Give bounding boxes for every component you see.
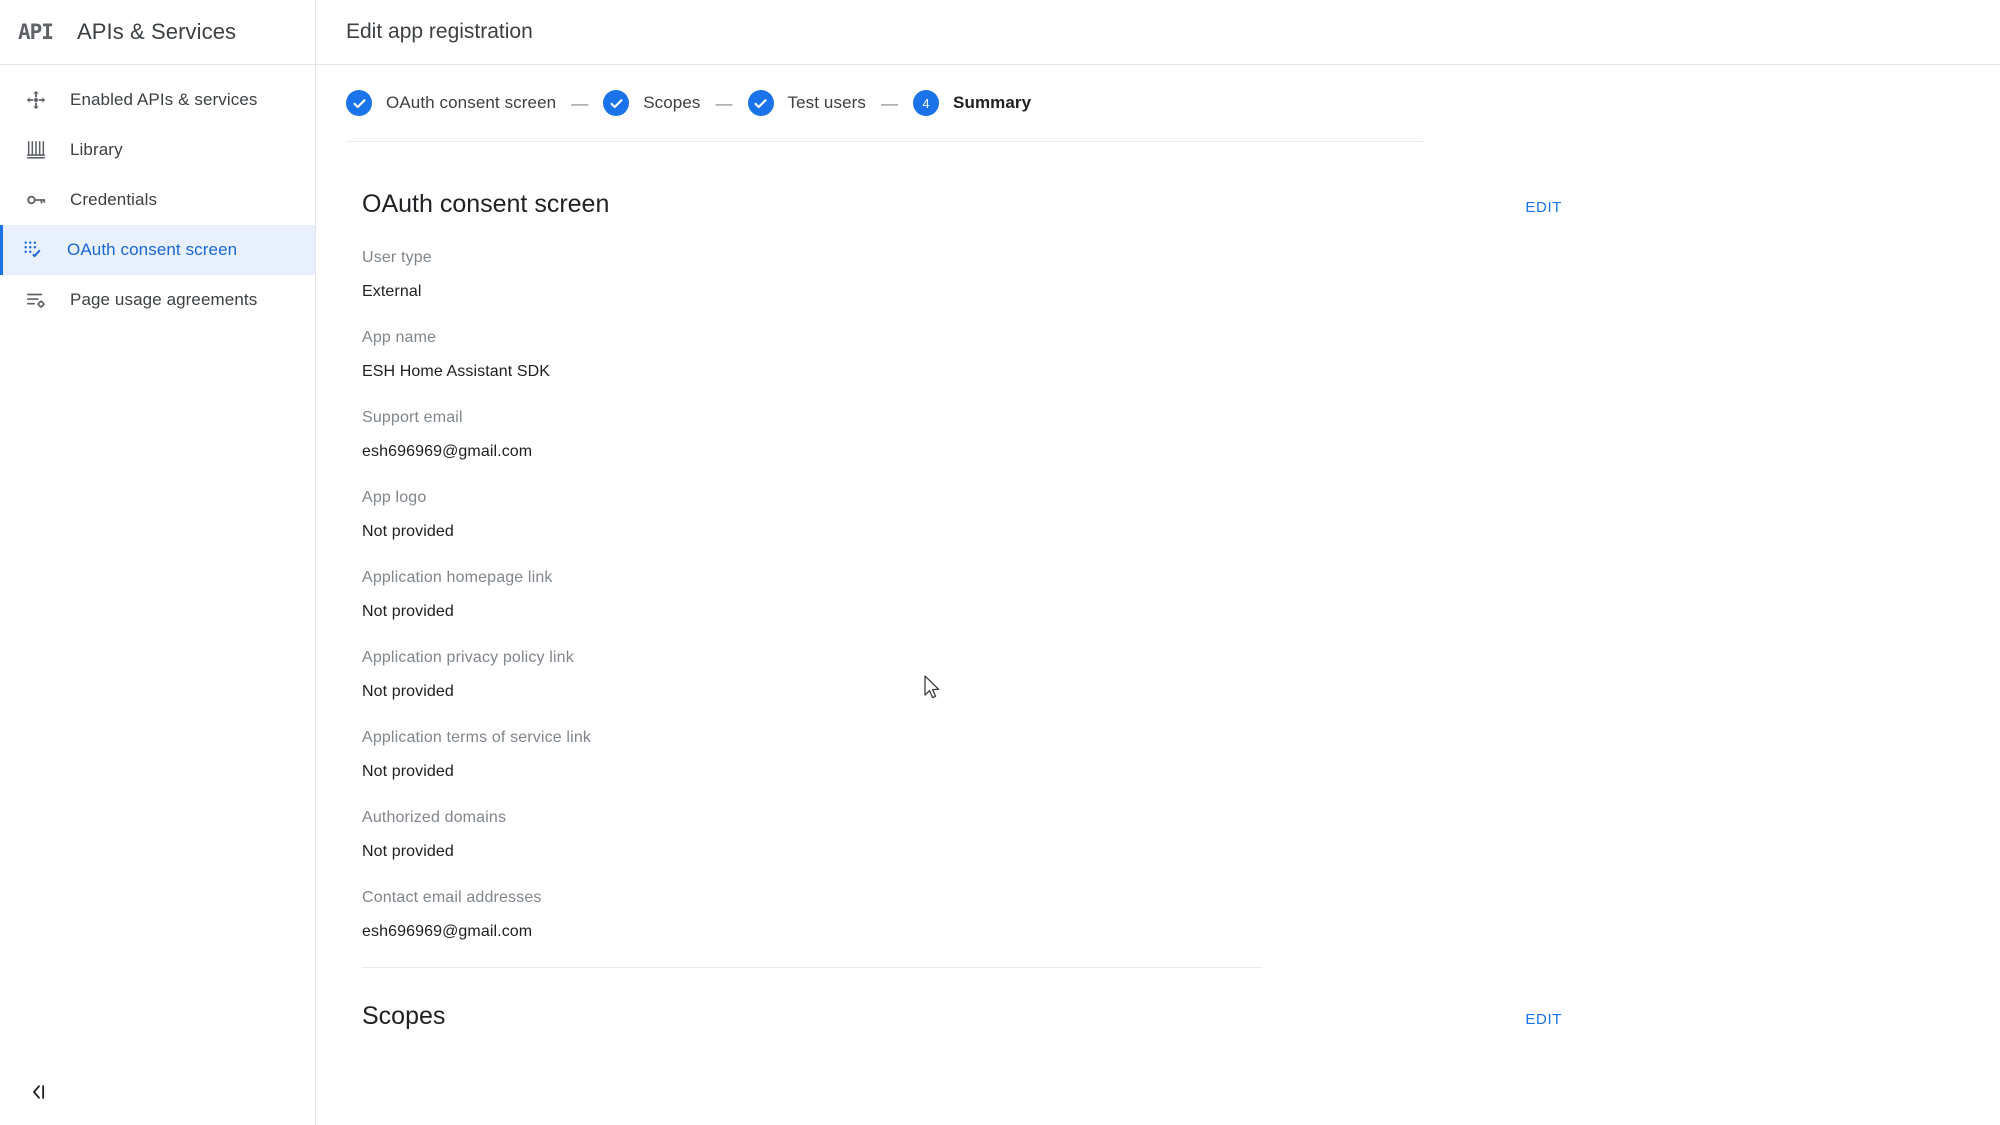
step-oauth-consent-screen[interactable]: OAuth consent screen <box>346 90 556 116</box>
edit-scopes-button[interactable]: EDIT <box>1525 1011 1562 1028</box>
step-label: Summary <box>953 93 1032 112</box>
field-app-logo: App logo Not provided <box>362 487 1562 543</box>
field-value: External <box>362 283 422 300</box>
field-value: Not provided <box>362 843 454 860</box>
oauth-consent-icon <box>21 238 45 262</box>
check-circle-icon <box>747 90 774 116</box>
field-label: Contact email addresses <box>362 889 542 906</box>
step-label: Scopes <box>643 93 701 112</box>
field-app-name: App name ESH Home Assistant SDK <box>362 327 1562 383</box>
field-contact-email-addresses: Contact email addresses esh696969@gmail.… <box>362 887 1562 943</box>
sidebar-item-library[interactable]: Library <box>0 125 315 175</box>
field-value: Not provided <box>362 763 454 780</box>
step-separator: — <box>715 93 733 113</box>
body-area: Enabled APIs & services Library Credenti… <box>0 65 2000 1125</box>
sidebar: Enabled APIs & services Library Credenti… <box>0 65 316 1125</box>
field-label: User type <box>362 249 432 266</box>
sidebar-item-credentials[interactable]: Credentials <box>0 175 315 225</box>
section-title: Scopes <box>362 1002 446 1030</box>
field-list: User type External App name ESH Home Ass… <box>346 219 1562 943</box>
page-usage-icon <box>24 288 48 312</box>
page-title: Edit app registration <box>346 20 533 43</box>
page-header: Edit app registration <box>316 0 2000 64</box>
field-label: App name <box>362 329 437 346</box>
api-logo-icon: API <box>18 19 54 44</box>
field-value: ESH Home Assistant SDK <box>362 363 551 380</box>
field-value: Not provided <box>362 603 454 620</box>
field-value: Not provided <box>362 683 454 700</box>
step-label: Test users <box>787 93 867 112</box>
brand-title: APIs & Services <box>76 19 237 44</box>
sidebar-item-label: OAuth consent screen <box>67 240 238 259</box>
section-header: OAuth consent screen EDIT <box>346 172 1562 219</box>
field-value: Not provided <box>362 523 454 540</box>
field-authorized-domains: Authorized domains Not provided <box>362 807 1562 863</box>
enabled-apis-icon <box>24 88 48 112</box>
sidebar-item-page-usage-agreements[interactable]: Page usage agreements <box>0 275 315 325</box>
field-application-homepage-link: Application homepage link Not provided <box>362 567 1562 623</box>
brand-area[interactable]: API APIs & Services <box>0 0 316 64</box>
step-scopes[interactable]: Scopes <box>603 90 700 116</box>
check-circle-icon <box>603 90 630 116</box>
section-header: Scopes EDIT <box>346 968 1562 1031</box>
step-number-badge: 4 <box>913 90 940 116</box>
step-test-users[interactable]: Test users <box>747 90 867 116</box>
library-icon <box>24 138 48 162</box>
stepper-wrap: OAuth consent screen — Scopes — Test use… <box>316 65 2000 142</box>
field-application-privacy-policy-link: Application privacy policy link Not prov… <box>362 647 1562 703</box>
sidebar-item-label: Enabled APIs & services <box>70 90 258 109</box>
field-support-email: Support email esh696969@gmail.com <box>362 407 1562 463</box>
step-label: OAuth consent screen <box>386 93 557 112</box>
field-value: esh696969@gmail.com <box>362 923 533 940</box>
top-bar: API APIs & Services Edit app registratio… <box>0 0 2000 65</box>
field-label: App logo <box>362 489 427 506</box>
sidebar-item-label: Credentials <box>70 190 158 209</box>
stepper: OAuth consent screen — Scopes — Test use… <box>346 65 1423 142</box>
section-title: OAuth consent screen <box>362 190 610 218</box>
check-circle-icon <box>346 90 372 116</box>
step-number: 4 <box>922 95 930 111</box>
field-application-terms-of-service-link: Application terms of service link Not pr… <box>362 727 1562 783</box>
step-separator: — <box>881 93 899 113</box>
step-separator: — <box>571 93 589 113</box>
field-label: Application privacy policy link <box>362 649 574 666</box>
sidebar-nav-list: Enabled APIs & services Library Credenti… <box>0 65 315 325</box>
field-label: Authorized domains <box>362 809 507 826</box>
step-summary[interactable]: 4 Summary <box>913 90 1031 116</box>
field-value: esh696969@gmail.com <box>362 443 533 460</box>
sidebar-item-label: Page usage agreements <box>70 290 258 309</box>
section-oauth-consent-screen: OAuth consent screen EDIT User type Exte… <box>346 172 1562 968</box>
field-user-type: User type External <box>362 247 1562 303</box>
field-label: Application terms of service link <box>362 729 592 746</box>
field-label: Application homepage link <box>362 569 553 586</box>
summary-content: OAuth consent screen EDIT User type Exte… <box>316 142 2000 1031</box>
edit-oauth-consent-screen-button[interactable]: EDIT <box>1525 199 1562 216</box>
key-icon <box>24 188 48 212</box>
sidebar-item-oauth-consent-screen[interactable]: OAuth consent screen <box>0 225 315 275</box>
sidebar-item-enabled-apis[interactable]: Enabled APIs & services <box>0 75 315 125</box>
field-label: Support email <box>362 409 463 426</box>
section-scopes: Scopes EDIT <box>346 968 1562 1031</box>
main-content: OAuth consent screen — Scopes — Test use… <box>316 65 2000 1125</box>
collapse-sidebar-icon[interactable] <box>22 1075 56 1109</box>
app-root: API APIs & Services Edit app registratio… <box>0 0 2000 1125</box>
sidebar-item-label: Library <box>70 140 123 159</box>
